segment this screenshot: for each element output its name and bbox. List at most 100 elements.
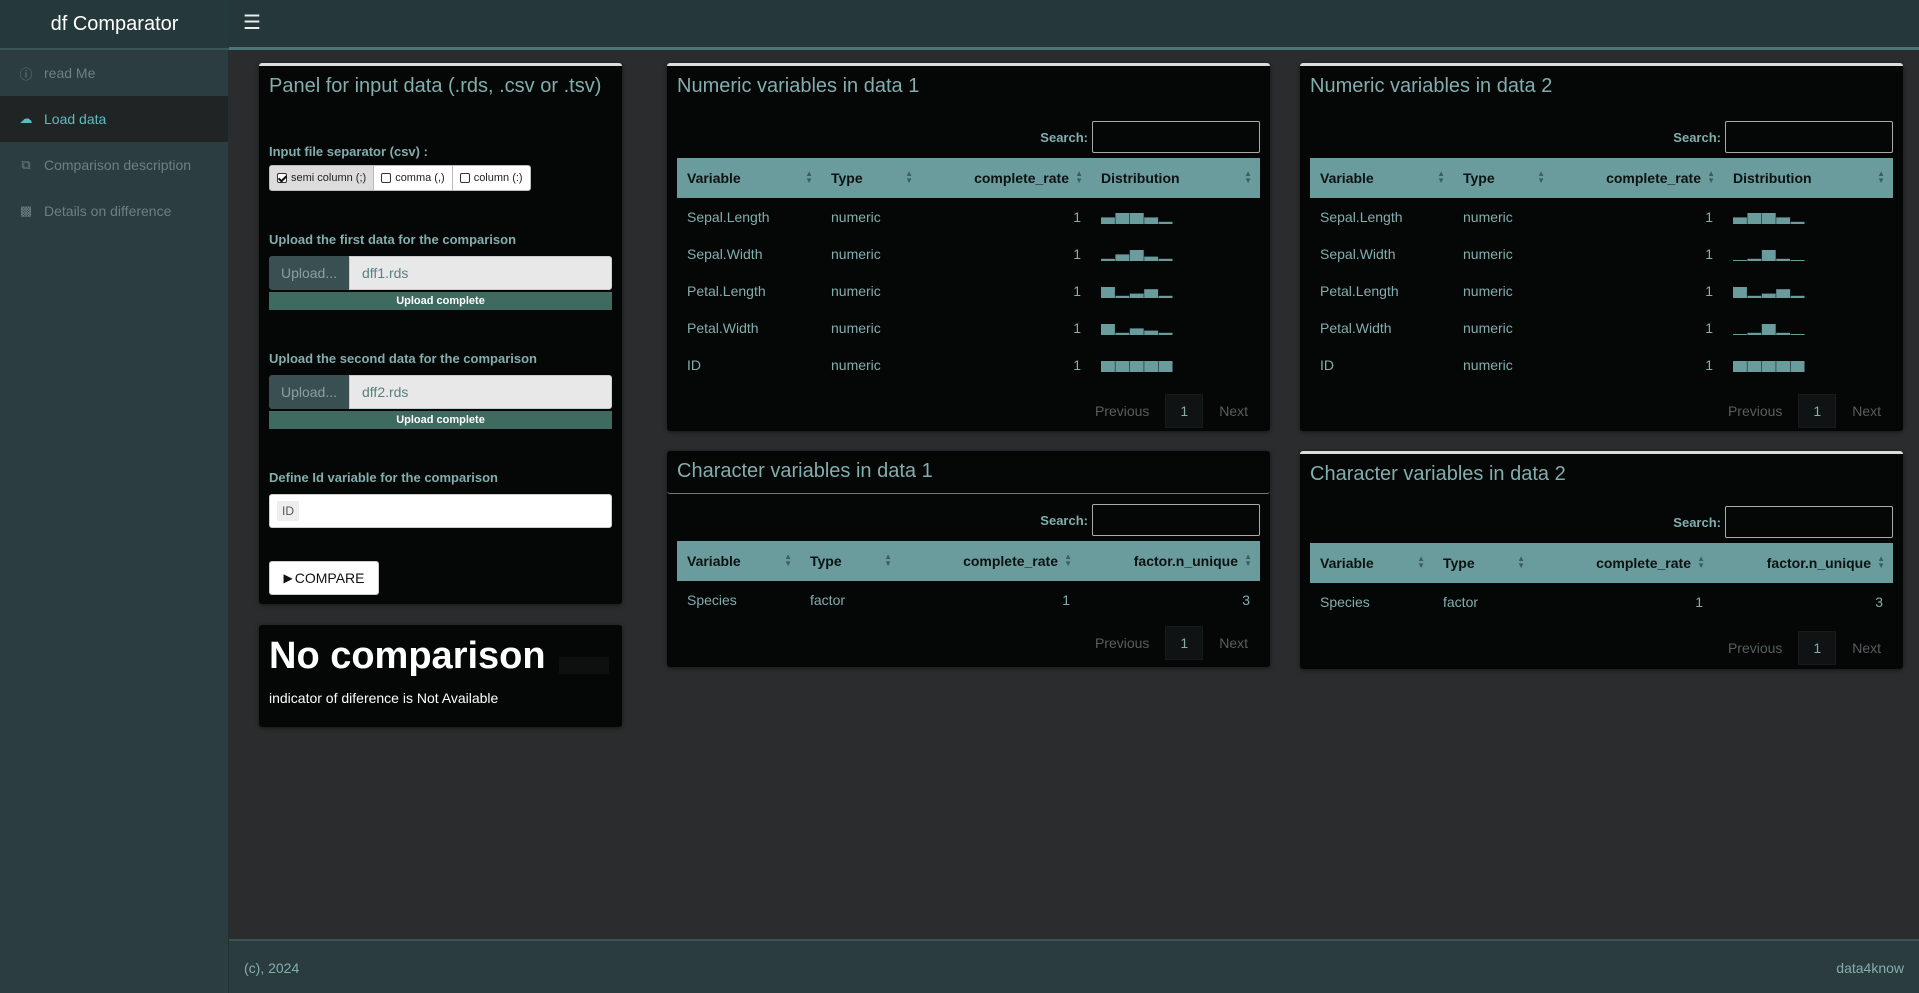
distribution-histogram (1101, 323, 1173, 335)
column-header[interactable]: Type ▲ ▼ (1433, 543, 1533, 583)
table-header-row: Variable ▲ ▼ Type ▲ ▼ complete_rate ▲ ▼ factor… (677, 541, 1260, 581)
current-page-button[interactable]: 1 (1798, 631, 1837, 665)
play-icon: ▶ (283, 571, 293, 585)
id-variable-tag[interactable]: ID (277, 501, 299, 521)
previous-page-button[interactable]: Previous (1716, 640, 1794, 656)
distribution-histogram (1733, 286, 1805, 298)
sidebar: ⓘ read Me ☁ Load data ⧉ Comparison descr… (0, 50, 229, 993)
id-variable-select[interactable]: ID (269, 494, 612, 528)
cell-complete-rate: 1 (1073, 356, 1081, 373)
indicator-swatch (559, 657, 609, 674)
search-input[interactable] (1725, 506, 1893, 538)
column-header[interactable]: Type ▲ ▼ (821, 158, 921, 198)
search-label: Search: (1673, 129, 1721, 145)
separator-option-semicolon[interactable]: semi column (;) (270, 166, 375, 190)
sort-icon: ▲ ▼ (1877, 169, 1885, 185)
menu-toggle-icon[interactable]: ☰ (243, 13, 261, 33)
histogram-bar (1733, 333, 1747, 335)
cell-type: factor (810, 591, 846, 608)
cell-type: numeric (1463, 319, 1513, 336)
histogram-bar (1776, 332, 1791, 335)
histogram-bar (1747, 360, 1762, 372)
current-page-button[interactable]: 1 (1165, 394, 1204, 428)
next-page-button[interactable]: Next (1840, 640, 1893, 656)
histogram-bar (1747, 295, 1762, 298)
sort-icon: ▲ ▼ (1517, 554, 1525, 570)
histogram-bar (1129, 360, 1144, 372)
next-page-button[interactable]: Next (1207, 403, 1260, 419)
histogram-bar (1101, 217, 1115, 224)
column-header[interactable]: factor.n_unique ▲ ▼ (1080, 541, 1260, 581)
cell-type: numeric (1463, 282, 1513, 299)
previous-page-button[interactable]: Previous (1083, 403, 1161, 419)
previous-page-button[interactable]: Previous (1716, 403, 1794, 419)
column-header[interactable]: Variable ▲ ▼ (1310, 158, 1453, 198)
column-header[interactable]: Type ▲ ▼ (1453, 158, 1553, 198)
current-page-button[interactable]: 1 (1165, 626, 1204, 660)
column-header[interactable]: complete_rate ▲ ▼ (1533, 543, 1713, 583)
compare-button[interactable]: ▶ COMPARE (269, 561, 379, 595)
char-data2-title: Character variables in data 2 (1310, 463, 1566, 485)
column-header[interactable]: Distribution ▲ ▼ (1091, 158, 1260, 198)
separator-option-comma[interactable]: comma (,) (374, 166, 453, 190)
cell-variable: Sepal.Length (687, 208, 770, 225)
column-header[interactable]: factor.n_unique ▲ ▼ (1713, 543, 1893, 583)
histogram-bar (1115, 332, 1130, 335)
upload2-filename: dff2.rds (349, 375, 612, 409)
table-row: Petal.Width numeric 1 (1310, 309, 1893, 346)
footer: (c), 2024 data4know (229, 939, 1919, 993)
table-row: Petal.Length numeric 1 (1310, 272, 1893, 309)
upload2-button[interactable]: Upload... (269, 375, 349, 409)
cell-distribution (1091, 309, 1260, 346)
search-input[interactable] (1092, 121, 1260, 153)
search-label: Search: (1673, 514, 1721, 530)
sidebar-item-comparison-description[interactable]: ⧉ Comparison description (0, 142, 228, 188)
column-header[interactable]: Distribution ▲ ▼ (1723, 158, 1893, 198)
column-header[interactable]: Variable ▲ ▼ (677, 158, 821, 198)
column-header[interactable]: Type ▲ ▼ (800, 541, 900, 581)
column-header[interactable]: complete_rate ▲ ▼ (900, 541, 1080, 581)
numeric-data1-panel: Numeric variables in data 1 Search: Vari… (667, 63, 1270, 431)
numeric-data1-title: Numeric variables in data 1 (677, 75, 920, 97)
histogram-bar (1158, 258, 1173, 261)
sidebar-item-load-data[interactable]: ☁ Load data (0, 96, 228, 142)
histogram-bar (1790, 333, 1805, 335)
column-header[interactable]: Variable ▲ ▼ (1310, 543, 1433, 583)
previous-page-button[interactable]: Previous (1083, 635, 1161, 651)
histogram-bar (1129, 212, 1144, 224)
pagination: Previous 1 Next (1716, 394, 1893, 428)
histogram-bar (1790, 360, 1805, 372)
separator-option-colon[interactable]: column (:) (452, 166, 530, 190)
current-page-button[interactable]: 1 (1798, 394, 1837, 428)
histogram-bar (1115, 295, 1130, 298)
histogram-bar (1144, 217, 1159, 224)
search-input[interactable] (1725, 121, 1893, 153)
column-header[interactable]: complete_rate ▲ ▼ (921, 158, 1091, 198)
histogram-bar (1101, 323, 1115, 335)
cloud-upload-icon: ☁ (19, 111, 33, 126)
histogram-bar (1158, 360, 1173, 372)
cell-variable: Sepal.Width (687, 245, 763, 262)
sidebar-item-read-me[interactable]: ⓘ read Me (0, 50, 228, 96)
histogram-bar (1733, 286, 1747, 298)
column-header[interactable]: complete_rate ▲ ▼ (1553, 158, 1723, 198)
sidebar-item-details-on-difference[interactable]: ▩ Details on difference (0, 188, 228, 234)
checkbox-icon (381, 173, 392, 183)
upload1-button[interactable]: Upload... (269, 256, 349, 290)
search-input[interactable] (1092, 504, 1260, 536)
pagination: Previous 1 Next (1716, 631, 1893, 665)
column-header[interactable]: Variable ▲ ▼ (677, 541, 800, 581)
table-header-row: Variable ▲ ▼ Type ▲ ▼ complete_rate ▲ ▼ factor… (1310, 543, 1893, 583)
histogram-bar (1158, 332, 1173, 335)
cell-complete-rate: 1 (1705, 282, 1713, 299)
cell-distribution (1723, 198, 1893, 235)
cell-complete-rate: 1 (1073, 319, 1081, 336)
next-page-button[interactable]: Next (1840, 403, 1893, 419)
cell-complete-rate: 1 (1073, 208, 1081, 225)
cell-variable: Sepal.Length (1320, 208, 1403, 225)
sort-icon: ▲ ▼ (1877, 554, 1885, 570)
histogram-bar (1129, 328, 1144, 335)
table-row: Sepal.Width numeric 1 (677, 235, 1260, 272)
next-page-button[interactable]: Next (1207, 635, 1260, 651)
search-bar: Search: (1040, 504, 1260, 536)
